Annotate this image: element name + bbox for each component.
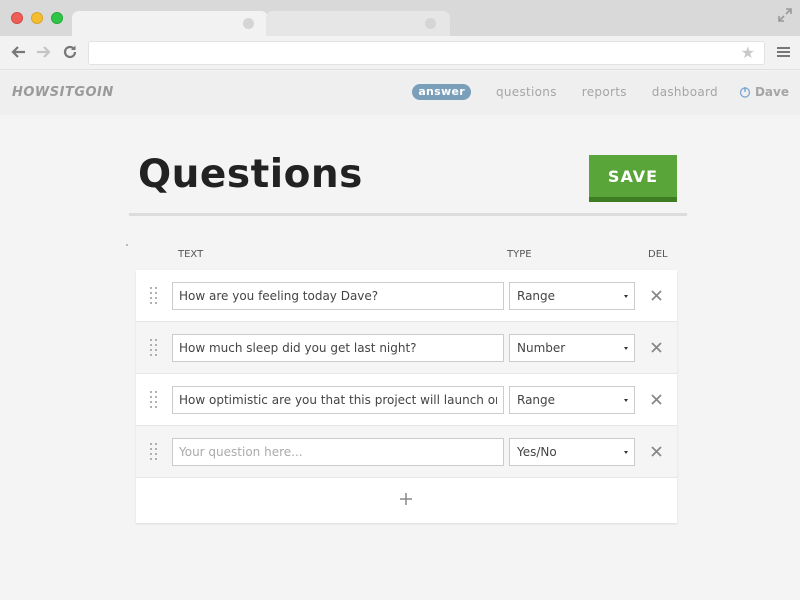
maximize-window-button[interactable] xyxy=(51,12,63,24)
back-button[interactable] xyxy=(8,42,28,62)
question-type-value: Yes/No xyxy=(517,445,557,459)
question-type-select[interactable]: Yes/No xyxy=(509,438,635,466)
browser-tab-inactive[interactable] xyxy=(266,11,450,36)
question-row: Number xyxy=(136,322,677,374)
question-type-value: Number xyxy=(517,341,566,355)
plus-icon[interactable] xyxy=(399,492,413,506)
question-text-input[interactable] xyxy=(172,282,504,310)
question-type-select[interactable]: Number xyxy=(509,334,635,362)
close-icon xyxy=(650,393,662,405)
title-divider xyxy=(129,213,687,216)
address-bar[interactable]: ★ xyxy=(88,41,765,65)
page-title: Questions xyxy=(138,152,363,197)
close-icon xyxy=(650,445,662,457)
question-type-value: Range xyxy=(517,289,556,303)
column-header-del: DEL xyxy=(648,249,668,260)
questions-list: Range Number xyxy=(136,270,677,523)
drag-handle-icon[interactable] xyxy=(150,287,158,305)
delete-question-button[interactable] xyxy=(646,389,666,409)
power-icon xyxy=(739,87,751,98)
question-type-select[interactable]: Range xyxy=(509,386,635,414)
column-header-text: TEXT xyxy=(178,249,204,260)
question-text-input[interactable] xyxy=(172,334,504,362)
caret-down-icon xyxy=(624,399,628,402)
arrow-right-icon xyxy=(37,46,51,58)
decorative-dot xyxy=(126,244,128,246)
reload-button[interactable] xyxy=(60,42,80,62)
delete-question-button[interactable] xyxy=(646,441,666,461)
user-name: Dave xyxy=(754,85,789,99)
star-icon[interactable]: ★ xyxy=(741,45,755,61)
browser-titlebar xyxy=(0,0,800,36)
question-text-input[interactable] xyxy=(172,438,504,466)
question-type-value: Range xyxy=(517,393,556,407)
close-icon xyxy=(650,289,662,301)
add-question-row[interactable] xyxy=(136,478,677,523)
caret-down-icon xyxy=(624,295,628,298)
expand-icon[interactable] xyxy=(778,8,792,22)
column-header-type: TYPE xyxy=(507,249,532,260)
app-logo[interactable]: HOWSITGOIN xyxy=(12,85,114,100)
delete-question-button[interactable] xyxy=(646,285,666,305)
question-text-input[interactable] xyxy=(172,386,504,414)
forward-button[interactable] xyxy=(34,42,54,62)
nav-answer[interactable]: answer xyxy=(412,84,471,100)
reload-icon xyxy=(63,45,77,59)
arrow-left-icon xyxy=(11,46,25,58)
tab-favicon-icon xyxy=(425,18,436,29)
nav-links: answer questions reports dashboard Dave xyxy=(412,84,789,100)
tab-favicon-icon xyxy=(243,18,254,29)
drag-handle-icon[interactable] xyxy=(150,391,158,409)
close-window-button[interactable] xyxy=(11,12,23,24)
browser-toolbar: ★ xyxy=(0,36,800,70)
nav-dashboard[interactable]: dashboard xyxy=(652,85,718,99)
save-button[interactable]: SAVE xyxy=(589,155,677,202)
nav-questions[interactable]: questions xyxy=(496,85,557,99)
delete-question-button[interactable] xyxy=(646,337,666,357)
question-row: Yes/No xyxy=(136,426,677,478)
menu-icon[interactable] xyxy=(777,47,790,58)
question-type-select[interactable]: Range xyxy=(509,282,635,310)
app-navbar: HOWSITGOIN answer questions reports dash… xyxy=(0,71,800,115)
question-row: Range xyxy=(136,270,677,322)
close-icon xyxy=(650,341,662,353)
address-input[interactable] xyxy=(89,42,729,64)
drag-handle-icon[interactable] xyxy=(150,443,158,461)
user-menu[interactable]: Dave xyxy=(739,85,789,99)
drag-handle-icon[interactable] xyxy=(150,339,158,357)
question-row: Range xyxy=(136,374,677,426)
caret-down-icon xyxy=(624,347,628,350)
caret-down-icon xyxy=(624,451,628,454)
browser-tab-active[interactable] xyxy=(72,11,268,36)
minimize-window-button[interactable] xyxy=(31,12,43,24)
nav-reports[interactable]: reports xyxy=(582,85,627,99)
